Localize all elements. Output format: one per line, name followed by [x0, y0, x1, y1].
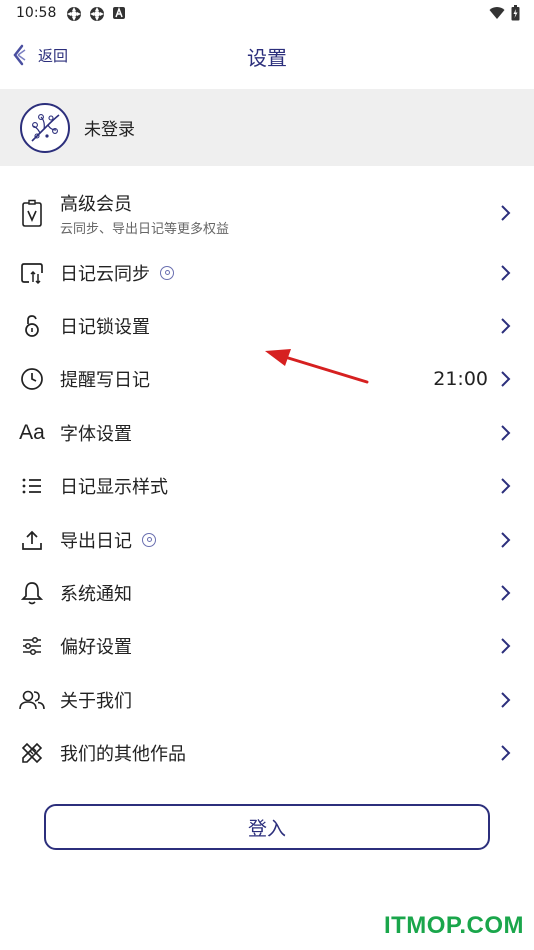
profile-section[interactable]: 未登录: [0, 89, 534, 166]
status-bar: 10:58: [0, 0, 534, 28]
settings-item-label: 我们的其他作品: [60, 744, 186, 766]
watermark: ITMOP.COM: [383, 912, 524, 939]
header: 返回 设置: [0, 36, 534, 80]
settings-item-preferences[interactable]: 偏好设置: [0, 620, 534, 673]
chevron-right-icon: [500, 583, 514, 603]
system-icons: [489, 5, 520, 21]
chevron-right-icon: [500, 476, 514, 496]
battery-icon: [511, 5, 520, 21]
chevron-right-icon: [500, 316, 514, 336]
chevron-right-icon: [500, 423, 514, 443]
wifi-icon: [489, 7, 505, 20]
settings-item-subtitle: 云同步、导出日记等更多权益: [60, 221, 230, 237]
export-icon: [19, 527, 45, 553]
coin-badge-icon: [160, 265, 174, 280]
tools-icon: [19, 740, 45, 766]
notification-icons: [66, 6, 126, 22]
settings-item-label: 系统通知: [60, 584, 132, 606]
list-style-icon: [19, 473, 45, 499]
settings-list: 高级会员 云同步、导出日记等更多权益 日记云同步 日记锁设置 提醒写日记 21:…: [0, 180, 534, 780]
vip-card-icon: [19, 199, 45, 227]
reminder-time: 21:00: [433, 368, 488, 391]
a-notification-icon: [113, 6, 125, 19]
font-icon-glyph: Aa: [19, 420, 45, 444]
page-title: 设置: [247, 46, 287, 70]
sliders-icon: [19, 633, 45, 659]
settings-item-label: 偏好设置: [60, 637, 132, 659]
chevron-right-icon: [500, 203, 514, 223]
login-status: 未登录: [84, 120, 135, 140]
plum-blossom-icon: [31, 113, 60, 142]
chevron-right-icon: [500, 530, 514, 550]
settings-item-label: 日记云同步: [60, 263, 150, 285]
bell-icon: [19, 580, 45, 606]
red-arrow-annotation: [265, 349, 369, 384]
chevron-right-icon: [500, 369, 514, 389]
avatar: [20, 102, 70, 153]
app-notification-icon: [67, 7, 81, 21]
settings-item-label: 导出日记: [60, 530, 132, 552]
cloud-sync-icon: [19, 260, 45, 286]
settings-item-label: 高级会员: [60, 193, 132, 215]
chevron-right-icon: [500, 743, 514, 763]
lock-icon: [19, 313, 45, 339]
settings-item-cloud-sync[interactable]: 日记云同步: [0, 246, 534, 299]
settings-item-notifications[interactable]: 系统通知: [0, 566, 534, 619]
settings-item-about[interactable]: 关于我们: [0, 673, 534, 726]
settings-item-export[interactable]: 导出日记: [0, 513, 534, 566]
font-icon: Aa: [19, 420, 45, 446]
coin-badge-icon: [142, 532, 156, 547]
settings-item-other-works[interactable]: 我们的其他作品: [0, 727, 534, 780]
settings-item-font[interactable]: Aa 字体设置: [0, 406, 534, 459]
settings-item-label: 关于我们: [60, 690, 132, 712]
settings-item-label: 日记锁设置: [60, 317, 150, 339]
login-button[interactable]: 登入: [44, 804, 490, 850]
clock-icon: [19, 366, 45, 392]
settings-item-label: 提醒写日记: [60, 370, 150, 392]
app-notification-icon: [90, 7, 104, 21]
settings-item-vip[interactable]: 高级会员 云同步、导出日记等更多权益: [0, 180, 534, 246]
chevron-right-icon: [500, 636, 514, 656]
users-icon: [19, 687, 45, 713]
settings-item-display-style[interactable]: 日记显示样式: [0, 460, 534, 513]
chevron-right-icon: [500, 690, 514, 710]
settings-item-label: 日记显示样式: [60, 477, 168, 499]
settings-item-label: 字体设置: [60, 423, 132, 445]
chevron-right-icon: [500, 263, 514, 283]
status-time: 10:58: [16, 5, 57, 21]
